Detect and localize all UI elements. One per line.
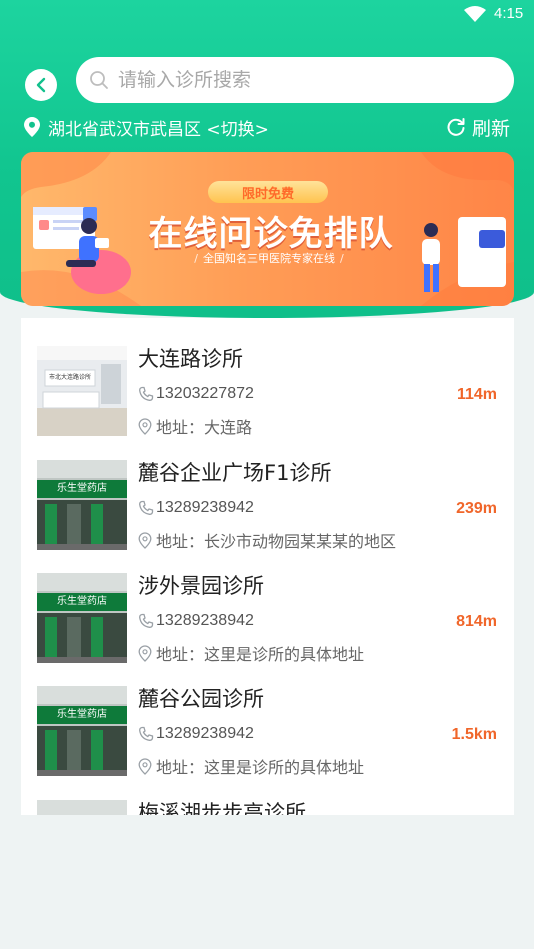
search-icon (90, 71, 108, 89)
clinic-thumbnail: 乐生堂药店 (37, 460, 127, 550)
clinic-name: 麓谷公园诊所 (138, 687, 264, 711)
clinic-address-row: 地址：大连路 (138, 414, 252, 438)
clinic-distance: 239m (456, 500, 497, 517)
clinic-thumbnail: 市北大连路诊所 (37, 346, 127, 436)
clinic-address: 地址：这里是诊所的具体地址 (156, 645, 365, 664)
clinic-item[interactable]: 乐生堂药店 麓谷公园诊所 13289238942 1.5km 地址：这里是诊所的… (21, 686, 514, 800)
chevron-left-icon (36, 77, 46, 93)
clinic-name: 涉外景园诊所 (138, 574, 264, 598)
location-text: 湖北省武汉市武昌区 <切换> (48, 119, 269, 140)
location-pin-icon (138, 531, 152, 549)
clinic-address-row: 地址：这里是诊所的具体地址 (138, 641, 364, 665)
clinic-address: 地址：大连路 (156, 418, 253, 437)
location-pin-icon (138, 417, 152, 435)
location-pin-icon (24, 117, 40, 137)
phone-icon (139, 726, 154, 741)
thumbnail-sign: 乐生堂药店 (57, 596, 107, 607)
clinic-address-row: 地址：这里是诊所的具体地址 (138, 754, 364, 778)
wifi-icon (464, 6, 486, 22)
clinic-address-row: 地址：长沙市动物园某某某的地区 (138, 528, 396, 552)
clinic-name: 大连路诊所 (138, 347, 243, 371)
back-button[interactable] (25, 69, 57, 101)
phone-number: 13203227872 (156, 385, 254, 402)
phone-icon (139, 500, 154, 515)
search-input[interactable] (118, 65, 498, 95)
refresh-icon (447, 118, 465, 136)
clinic-distance: 114m (456, 386, 497, 403)
thumbnail-sign: 乐生堂药店 (57, 709, 107, 720)
location-pin-icon (138, 757, 152, 775)
location-switch[interactable]: 湖北省武汉市武昌区 <切换> (24, 115, 269, 140)
clinic-phone[interactable]: 13289238942 (138, 499, 254, 517)
refresh-button[interactable]: 刷新 (446, 114, 510, 140)
clinic-thumbnail (37, 800, 127, 815)
status-time: 4:15 (494, 5, 524, 22)
clinic-item[interactable]: 梅溪湖步步高诊所 (21, 800, 514, 815)
header: 4:15 湖北省武汉市武昌区 <切换> 刷新 (0, 0, 534, 318)
clinic-distance: 1.5km (451, 726, 497, 743)
clinic-phone[interactable]: 13289238942 (138, 612, 254, 630)
status-bar: 4:15 (0, 0, 534, 30)
clinic-address: 地址：这里是诊所的具体地址 (156, 758, 365, 777)
clinic-distance: 814m (456, 613, 497, 630)
clinic-phone[interactable]: 13203227872 (138, 385, 254, 403)
clinic-item[interactable]: 乐生堂药店 麓谷企业广场F1诊所 13289238942 239m 地址：长沙市… (21, 460, 514, 574)
clinic-name: 麓谷企业广场F1诊所 (138, 461, 332, 485)
search-box[interactable] (76, 57, 514, 103)
clinic-address: 地址：长沙市动物园某某某的地区 (156, 532, 397, 551)
promo-banner[interactable]: 限时免费 在线问诊免排队 全国知名三甲医院专家在线 (21, 152, 514, 306)
clinic-name: 梅溪湖步步高诊所 (138, 801, 306, 815)
thumbnail-sign: 乐生堂药店 (57, 483, 107, 494)
phone-number: 13289238942 (156, 725, 254, 742)
banner-badge: 限时免费 (208, 181, 328, 203)
location-pin-icon (138, 644, 152, 662)
phone-number: 13289238942 (156, 499, 254, 516)
phone-number: 13289238942 (156, 612, 254, 629)
clinic-list: 市北大连路诊所 大连路诊所 13203227872 114m 地址：大连路 乐生… (21, 318, 514, 815)
clinic-phone[interactable]: 13289238942 (138, 725, 254, 743)
clinic-item[interactable]: 乐生堂药店 涉外景园诊所 13289238942 814m 地址：这里是诊所的具… (21, 573, 514, 687)
clinic-thumbnail: 乐生堂药店 (37, 573, 127, 663)
clinic-thumbnail: 乐生堂药店 (37, 686, 127, 776)
banner-subtitle: 全国知名三甲医院专家在线 (169, 247, 369, 269)
phone-icon (139, 386, 154, 401)
thumbnail-sign: 市北大连路诊所 (48, 374, 91, 381)
refresh-label: 刷新 (472, 117, 511, 140)
clinic-item[interactable]: 市北大连路诊所 大连路诊所 13203227872 114m 地址：大连路 (21, 346, 514, 460)
phone-icon (139, 613, 154, 628)
